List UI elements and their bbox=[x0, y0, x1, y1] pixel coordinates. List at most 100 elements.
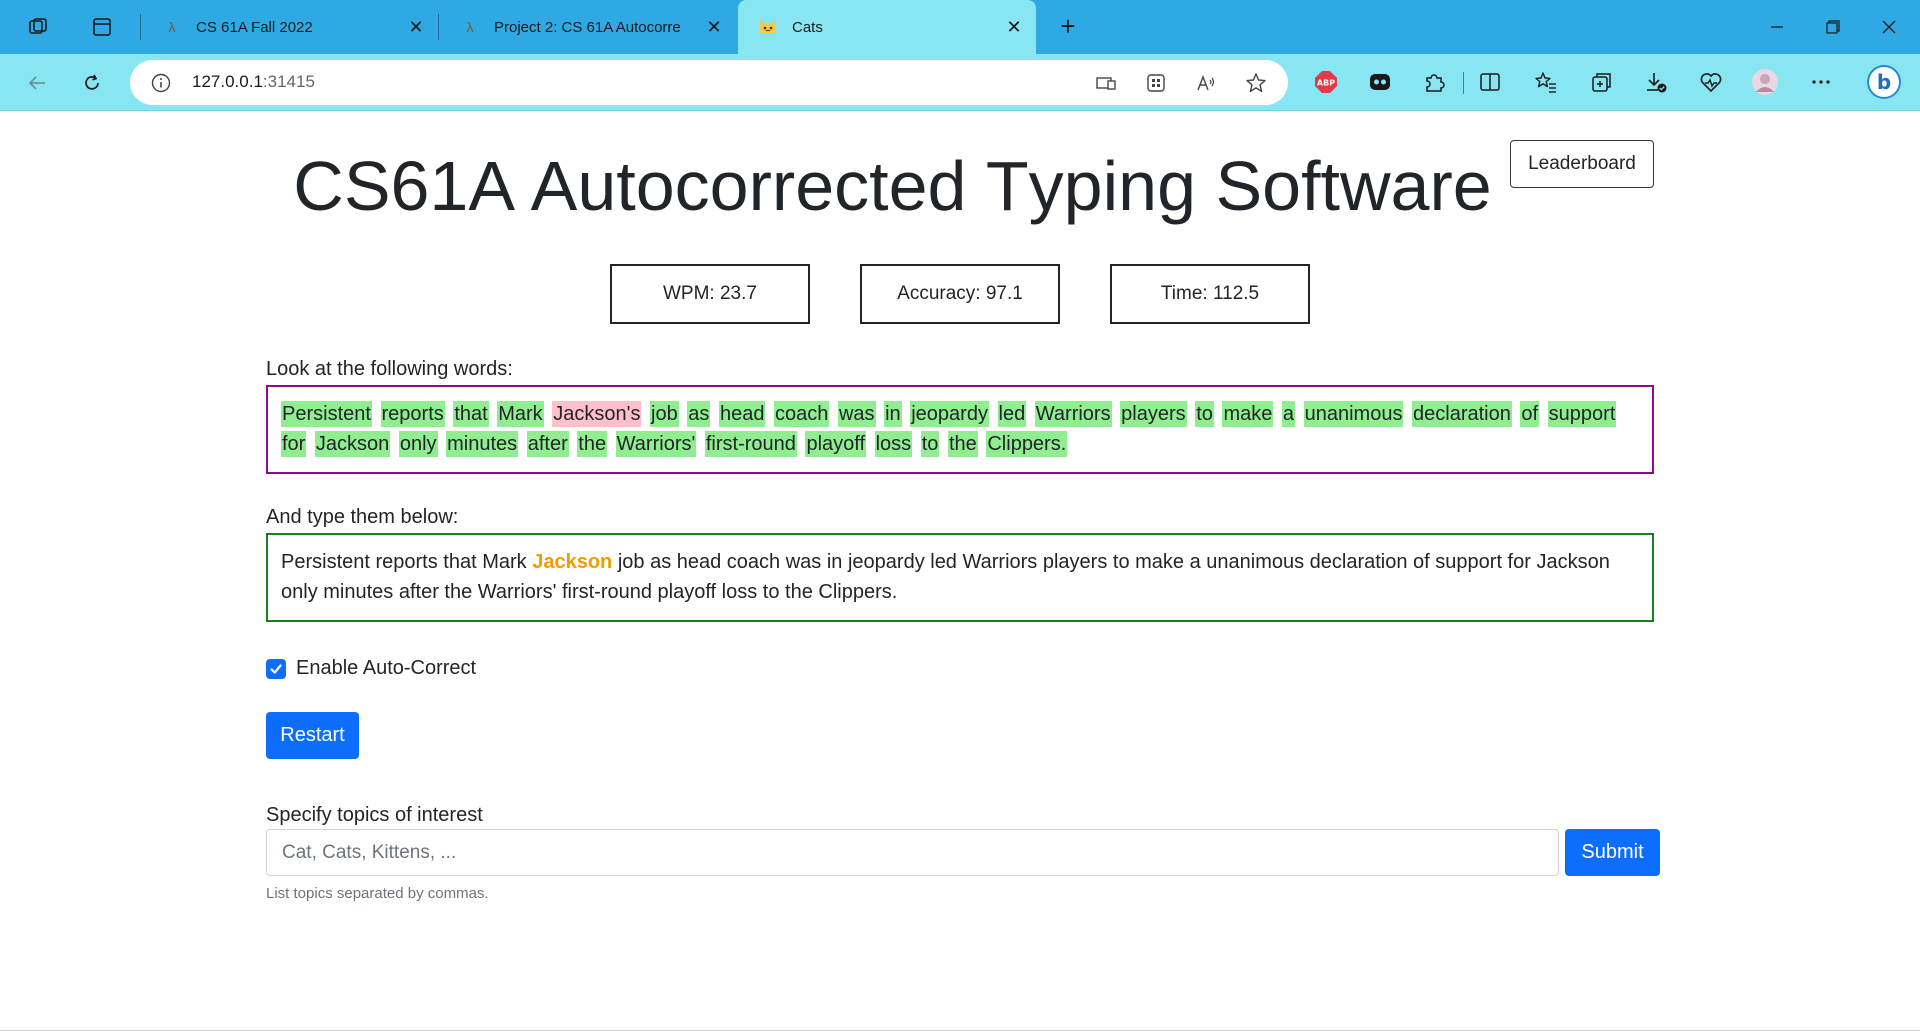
profile-avatar[interactable] bbox=[1751, 68, 1779, 96]
cat-emoji-icon bbox=[758, 17, 778, 37]
prompt-word-correct: as bbox=[687, 401, 711, 427]
page-content: Leaderboard CS61A Autocorrected Typing S… bbox=[0, 112, 1920, 1031]
prompt-word-correct: the bbox=[947, 431, 978, 457]
prompt-word-correct: unanimous bbox=[1303, 401, 1404, 427]
prompt-word-correct: to bbox=[1195, 401, 1214, 427]
prompt-word-correct: coach bbox=[774, 401, 830, 427]
tab-actions-icon[interactable] bbox=[88, 13, 116, 41]
close-tab-icon[interactable]: ✕ bbox=[1004, 17, 1024, 37]
title-part: A bbox=[530, 147, 578, 225]
title-part: S61A bbox=[343, 147, 531, 225]
title-part: utocorrected bbox=[577, 147, 986, 225]
svg-text:ABP: ABP bbox=[1317, 79, 1335, 88]
prompt-word-correct: head bbox=[718, 401, 766, 427]
prompt-word-correct: support bbox=[1547, 401, 1617, 427]
autocorrect-toggle[interactable]: Enable Auto-Correct bbox=[266, 657, 476, 680]
prompt-word-correct: to bbox=[920, 431, 940, 457]
prompt-word-correct: job bbox=[650, 401, 679, 427]
title-part: T bbox=[985, 147, 1029, 225]
prompt-word-correct: jeopardy bbox=[910, 401, 989, 427]
tab-separator bbox=[140, 14, 141, 40]
prompt-word-correct: make bbox=[1222, 401, 1274, 427]
prompt-word-correct: Persistent bbox=[281, 401, 372, 427]
prompt-word-correct: a bbox=[1281, 401, 1296, 427]
typing-input-box[interactable]: Persistent reports that Mark Jackson job… bbox=[266, 533, 1654, 622]
site-info-icon[interactable] bbox=[150, 72, 172, 94]
restore-window-icon[interactable] bbox=[1820, 14, 1846, 40]
app-available-icon[interactable] bbox=[1094, 71, 1118, 95]
typed-text: Persistent reports that Mark bbox=[281, 551, 533, 573]
prompt-word-incorrect: Jackson's bbox=[552, 401, 642, 427]
typed-label: And type them below: bbox=[266, 506, 459, 528]
wpm-stat: WPM: 23.7 bbox=[610, 264, 810, 324]
tab-title: CS 61A Fall 2022 bbox=[196, 18, 313, 36]
collections-icon[interactable] bbox=[1588, 68, 1616, 96]
prompt-word-correct: reports bbox=[380, 401, 445, 427]
close-tab-icon[interactable]: ✕ bbox=[406, 17, 426, 37]
title-part: C bbox=[293, 147, 344, 225]
prompt-label: Look at the following words: bbox=[266, 358, 513, 380]
url-port: :31415 bbox=[262, 72, 315, 91]
prompt-text-box: Persistent reports that Mark Jackson's j… bbox=[266, 385, 1654, 474]
adblock-plus-icon[interactable]: ABP bbox=[1312, 68, 1340, 96]
extension-mask-icon[interactable] bbox=[1366, 68, 1394, 96]
title-part: S bbox=[1215, 147, 1263, 225]
qr-code-icon[interactable] bbox=[1144, 71, 1168, 95]
tab-cs61a-fall-2022[interactable]: λ CS 61A Fall 2022 ✕ bbox=[142, 0, 438, 54]
extensions-puzzle-icon[interactable] bbox=[1420, 68, 1448, 96]
minimize-icon[interactable] bbox=[1764, 14, 1790, 40]
prompt-word-correct: Clippers. bbox=[986, 431, 1068, 457]
new-tab-icon[interactable]: + bbox=[1054, 13, 1082, 41]
tab-cats[interactable]: Cats ✕ bbox=[738, 0, 1036, 54]
back-arrow-icon[interactable] bbox=[22, 68, 52, 98]
toolbar-divider bbox=[1463, 72, 1464, 94]
time-stat: Time: 112.5 bbox=[1110, 264, 1310, 324]
browser-toolbar: 127.0.0.1:31415 ABP b bbox=[0, 54, 1920, 111]
page-title: CS61A Autocorrected Typing Software bbox=[0, 146, 1785, 226]
favorites-icon[interactable] bbox=[1532, 68, 1560, 96]
prompt-word-correct: in bbox=[884, 401, 902, 427]
checkmark-icon bbox=[270, 663, 282, 674]
autocorrect-label: Enable Auto-Correct bbox=[296, 657, 477, 679]
prompt-word-correct: that bbox=[453, 401, 489, 427]
tab-separator bbox=[438, 14, 439, 40]
refresh-icon[interactable] bbox=[77, 68, 107, 98]
downloads-icon[interactable] bbox=[1642, 68, 1670, 96]
close-window-icon[interactable] bbox=[1876, 14, 1902, 40]
autocorrected-word: Jackson bbox=[532, 551, 613, 573]
svg-text:b: b bbox=[1877, 70, 1891, 94]
tab-project-2[interactable]: λ Project 2: CS 61A Autocorre ✕ bbox=[440, 0, 736, 54]
prompt-word-correct: only bbox=[398, 431, 438, 457]
read-aloud-icon[interactable] bbox=[1194, 71, 1218, 95]
topics-help-text: List topics separated by commas. bbox=[266, 885, 489, 902]
prompt-word-correct: led bbox=[997, 401, 1027, 427]
address-bar[interactable]: 127.0.0.1:31415 bbox=[130, 60, 1288, 105]
topics-input[interactable] bbox=[266, 829, 1559, 876]
close-tab-icon[interactable]: ✕ bbox=[704, 17, 724, 37]
more-options-icon[interactable] bbox=[1807, 68, 1835, 96]
prompt-word-correct: playoff bbox=[805, 431, 867, 457]
lambda-icon: λ bbox=[168, 19, 176, 35]
bing-copilot-icon[interactable]: b bbox=[1866, 64, 1902, 100]
prompt-word-correct: minutes bbox=[446, 431, 519, 457]
prompt-word-correct: Jackson bbox=[314, 431, 391, 457]
prompt-word-correct: Mark bbox=[497, 401, 544, 427]
title-part: yping bbox=[1028, 147, 1216, 225]
workspaces-icon[interactable] bbox=[24, 13, 52, 41]
favorite-star-icon[interactable] bbox=[1244, 71, 1268, 95]
browser-essentials-icon[interactable] bbox=[1697, 68, 1725, 96]
prompt-word-correct: first-round bbox=[704, 431, 797, 457]
prompt-word-correct: for bbox=[281, 431, 307, 457]
prompt-word-correct: was bbox=[837, 401, 876, 427]
restart-button[interactable]: Restart bbox=[266, 712, 359, 759]
submit-button[interactable]: Submit bbox=[1565, 829, 1660, 876]
url-text[interactable]: 127.0.0.1:31415 bbox=[192, 72, 315, 92]
browser-tab-bar: λ CS 61A Fall 2022 ✕ λ Project 2: CS 61A… bbox=[0, 0, 1920, 54]
prompt-word-correct: the bbox=[577, 431, 608, 457]
split-screen-icon[interactable] bbox=[1476, 68, 1504, 96]
tab-title: Cats bbox=[792, 18, 823, 36]
tab-title: Project 2: CS 61A Autocorre bbox=[494, 18, 681, 36]
autocorrect-checkbox[interactable] bbox=[266, 658, 286, 679]
topics-label: Specify topics of interest bbox=[266, 804, 483, 826]
prompt-word-correct: loss bbox=[874, 431, 913, 457]
